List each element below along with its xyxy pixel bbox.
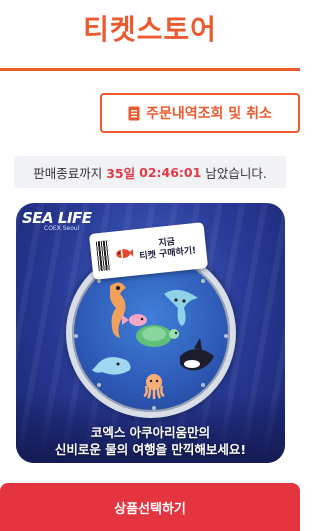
pink-fish-icon	[122, 314, 147, 326]
countdown-prefix: 판매종료까지	[33, 165, 103, 181]
select-product-button[interactable]: 상품선택하기	[0, 483, 300, 531]
orca-icon	[180, 338, 214, 371]
octopus-icon	[143, 374, 165, 399]
barcode-icon	[95, 240, 111, 272]
turtle-icon	[136, 325, 179, 347]
page-title: 티켓스토어	[83, 13, 217, 46]
sealife-logo: SEA LIFE COEX Seoul	[22, 209, 92, 243]
sale-countdown: 판매종료까지 35일 02:46:01 남았습니다.	[14, 156, 286, 188]
title-divider	[0, 68, 300, 71]
order-history-label: 주문내역조회 및 취소	[146, 106, 272, 122]
countdown-days: 35일	[106, 165, 136, 181]
order-history-button[interactable]: 주문내역조회 및 취소	[100, 93, 300, 133]
whale-icon	[92, 357, 131, 375]
banner-caption: 코엑스 아쿠아리움만의 신비로운 물의 여행을 만끽해보세요!	[16, 425, 285, 459]
countdown-time: 02:46:01	[139, 164, 202, 180]
caption-line1: 코엑스 아쿠아리움만의	[90, 425, 211, 440]
document-icon	[128, 106, 140, 121]
countdown-suffix: 남았습니다.	[205, 165, 267, 181]
manta-ray-icon	[164, 289, 198, 326]
fish-icon	[116, 248, 134, 259]
caption-line2: 신비로운 물의 여행을 만끽해보세요!	[54, 441, 247, 457]
seahorse-icon	[110, 282, 126, 338]
promo-banner[interactable]: SEA LIFE COEX Seoul 지금 티켓 구매하기! 코엑스 아쿠아리…	[16, 203, 285, 463]
